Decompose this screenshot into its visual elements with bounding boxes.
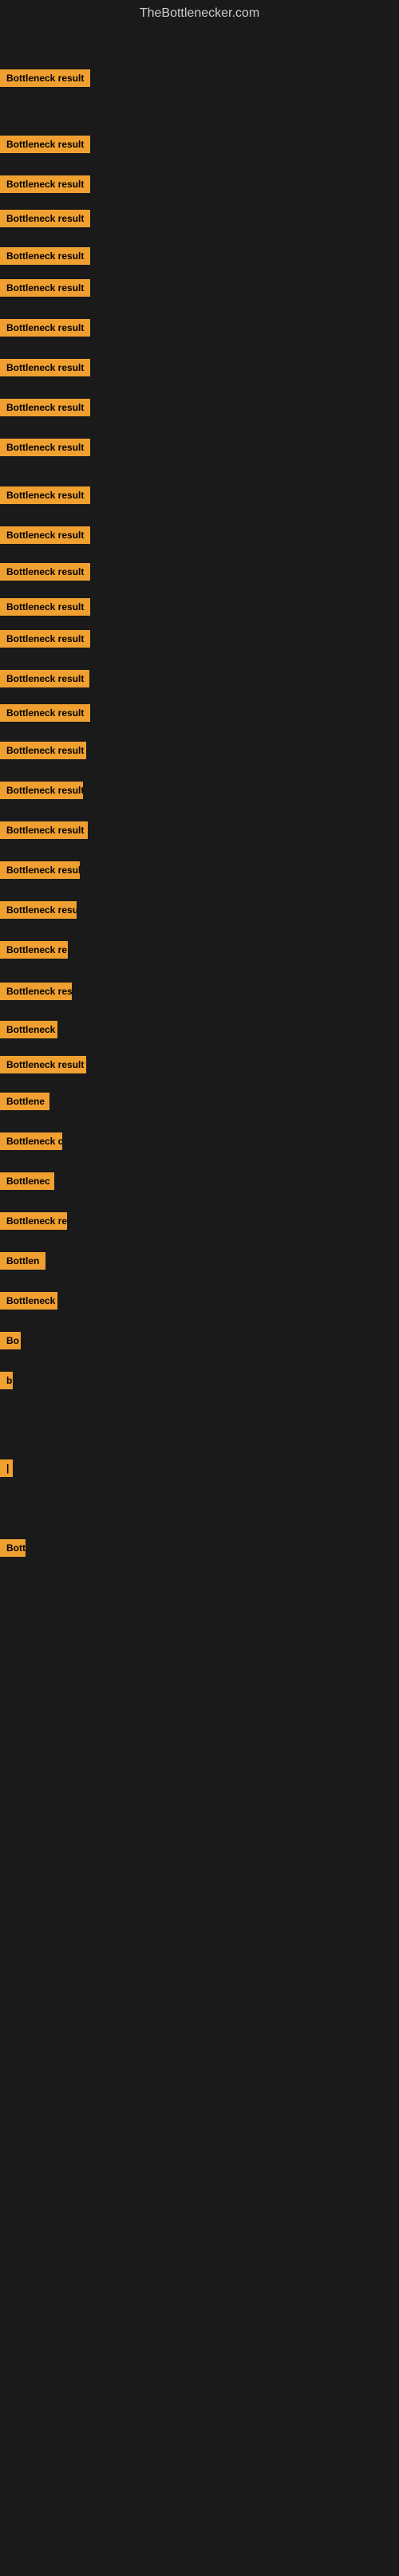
bottleneck-badge: Bottleneck result — [0, 359, 90, 376]
list-item[interactable]: Bottleneck result — [0, 782, 83, 803]
list-item[interactable]: Bottleneck re — [0, 941, 68, 963]
list-item[interactable]: Bottleneck result — [0, 704, 90, 726]
bottleneck-badge: Bottleneck result — [0, 821, 88, 839]
bottleneck-badge: Bottleneck result — [0, 247, 90, 265]
bottleneck-badge: Bottleneck resu — [0, 983, 72, 1000]
bottleneck-badge: Bottleneck result — [0, 279, 90, 297]
bottleneck-badge: | — [0, 1459, 13, 1477]
bottleneck-badge: Bottleneck re — [0, 1212, 67, 1230]
list-item[interactable]: Bottlen — [0, 1252, 45, 1274]
bottleneck-badge: Bottleneck re — [0, 941, 68, 959]
bottleneck-badge: Bottleneck result — [0, 69, 90, 87]
list-item[interactable]: | — [0, 1459, 13, 1481]
bottleneck-badge: Bo — [0, 1332, 21, 1349]
bottleneck-badge: Bottleneck c — [0, 1132, 62, 1150]
bottleneck-badge: Bottleneck result — [0, 486, 90, 504]
bottleneck-badge: Bottleneck result — [0, 742, 86, 759]
list-item[interactable]: Bottleneck re — [0, 1212, 67, 1234]
list-item[interactable]: Bottleneck result — [0, 630, 90, 652]
list-item[interactable]: Bottleneck result — [0, 598, 90, 620]
bottleneck-badge: Bottleneck result — [0, 901, 77, 919]
list-item[interactable]: Bottleneck result — [0, 901, 77, 923]
bottleneck-badge: Bottleneck result — [0, 630, 90, 648]
list-item[interactable]: Bottleneck c — [0, 1132, 62, 1154]
list-item[interactable]: Bottleneck — [0, 1292, 57, 1314]
bottleneck-badge: Bottlen — [0, 1252, 45, 1270]
bottleneck-badge: Bottleneck result — [0, 598, 90, 616]
list-item[interactable]: Bottleneck result — [0, 136, 90, 157]
bottleneck-badge: Bottleneck result — [0, 399, 90, 416]
bottleneck-badge: Bottleneck — [0, 1021, 57, 1038]
list-item[interactable]: Bottleneck — [0, 1021, 57, 1042]
site-title: TheBottlenecker.com — [0, 0, 399, 24]
bottleneck-badge: Bottleneck result — [0, 563, 90, 581]
list-item[interactable]: Bottlenec — [0, 1172, 54, 1194]
list-item[interactable]: Bottleneck result — [0, 563, 90, 585]
bottleneck-badge: Bottleneck result — [0, 861, 80, 879]
site-header: TheBottlenecker.com — [0, 0, 399, 24]
list-item[interactable]: Bottleneck result — [0, 742, 86, 763]
bottleneck-badge: Bottleneck result — [0, 136, 90, 153]
list-item[interactable]: Bottleneck result — [0, 670, 89, 691]
list-item[interactable]: Bottleneck result — [0, 247, 90, 269]
bottleneck-badge: Bottlene — [0, 1093, 49, 1110]
bottleneck-badge: Bottleneck result — [0, 782, 83, 799]
bottleneck-badge: Bottlenec — [0, 1172, 54, 1190]
bottleneck-badge: Bottleneck result — [0, 175, 90, 193]
bottleneck-badge: Bottleneck — [0, 1292, 57, 1310]
list-item[interactable]: Bott — [0, 1539, 26, 1561]
list-item[interactable]: Bottleneck result — [0, 1056, 86, 1077]
bottleneck-badge: Bottleneck result — [0, 439, 90, 456]
list-item[interactable]: Bottleneck result — [0, 69, 90, 91]
list-item[interactable]: Bottlene — [0, 1093, 49, 1114]
bottleneck-badge: Bottleneck result — [0, 319, 90, 337]
list-item[interactable]: Bottleneck result — [0, 279, 90, 301]
list-item[interactable]: Bottleneck result — [0, 359, 90, 380]
list-item[interactable]: Bottleneck resu — [0, 983, 72, 1004]
bottleneck-badge: Bottleneck result — [0, 1056, 86, 1073]
list-item[interactable]: Bo — [0, 1332, 21, 1353]
list-item[interactable]: Bottleneck result — [0, 319, 90, 341]
list-item[interactable]: Bottleneck result — [0, 175, 90, 197]
bottleneck-badge: Bottleneck result — [0, 670, 89, 687]
bottleneck-badge: b — [0, 1372, 13, 1389]
list-item[interactable]: Bottleneck result — [0, 439, 90, 460]
bottleneck-badge: Bott — [0, 1539, 26, 1557]
bottleneck-container: Bottleneck result Bottleneck result Bottle… — [0, 24, 399, 2576]
list-item[interactable]: b — [0, 1372, 13, 1393]
list-item[interactable]: Bottleneck result — [0, 486, 90, 508]
bottleneck-badge: Bottleneck result — [0, 704, 90, 722]
bottleneck-badge: Bottleneck result — [0, 210, 90, 227]
list-item[interactable]: Bottleneck result — [0, 210, 90, 231]
list-item[interactable]: Bottleneck result — [0, 861, 80, 883]
bottleneck-badge: Bottleneck result — [0, 526, 90, 544]
list-item[interactable]: Bottleneck result — [0, 821, 88, 843]
list-item[interactable]: Bottleneck result — [0, 399, 90, 420]
list-item[interactable]: Bottleneck result — [0, 526, 90, 548]
